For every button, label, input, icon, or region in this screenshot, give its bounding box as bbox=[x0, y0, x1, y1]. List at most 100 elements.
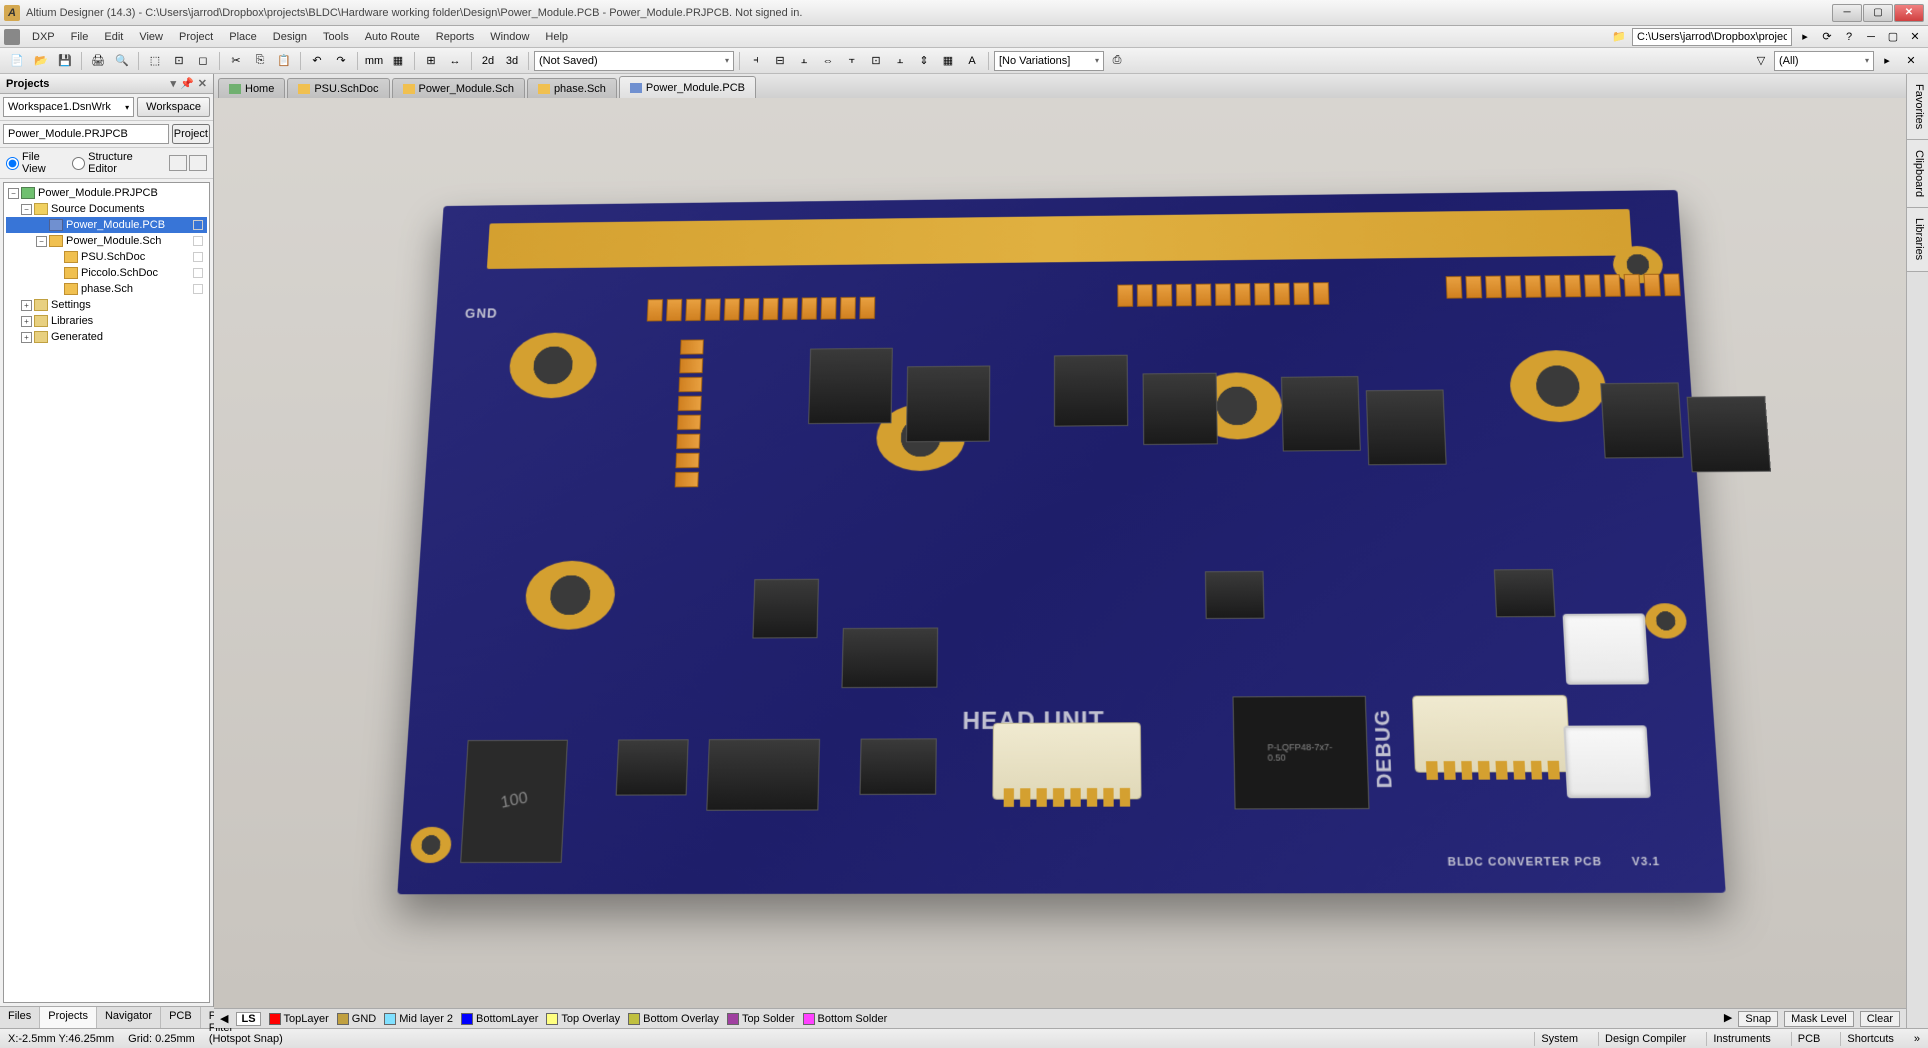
menu-help[interactable]: Help bbox=[537, 29, 576, 45]
menu-view[interactable]: View bbox=[131, 29, 171, 45]
align-center-h-button[interactable]: ⊟ bbox=[769, 50, 791, 72]
saved-views-combo[interactable]: (Not Saved) bbox=[534, 51, 734, 71]
panel-instruments-button[interactable]: Instruments bbox=[1706, 1032, 1776, 1046]
layer-set-label[interactable]: LS bbox=[236, 1012, 260, 1026]
align-right-button[interactable]: ⫠ bbox=[793, 50, 815, 72]
menu-edit[interactable]: Edit bbox=[96, 29, 131, 45]
layer-gnd[interactable]: GND bbox=[337, 1013, 376, 1025]
open-path-button[interactable]: ▸ bbox=[1796, 28, 1814, 46]
layer-nav-next-icon[interactable]: ▶ bbox=[1724, 1011, 1732, 1027]
tab-power-module-sch[interactable]: Power_Module.Sch bbox=[392, 78, 525, 98]
dxp-icon[interactable] bbox=[4, 29, 20, 45]
filter-apply-button[interactable]: ▸ bbox=[1876, 50, 1898, 72]
clear-button[interactable]: Clear bbox=[1860, 1011, 1900, 1027]
cross-probe-button[interactable]: ↔ bbox=[444, 50, 466, 72]
window-min-icon[interactable]: ─ bbox=[1862, 28, 1880, 46]
tab-phase-sch[interactable]: phase.Sch bbox=[527, 78, 617, 98]
file-view-radio[interactable]: File View bbox=[6, 151, 64, 175]
browse-button[interactable]: ⊞ bbox=[420, 50, 442, 72]
window-close-icon[interactable]: ✕ bbox=[1906, 28, 1924, 46]
align-top-button[interactable]: ⫟ bbox=[841, 50, 863, 72]
new-doc-button[interactable]: 📄 bbox=[6, 50, 28, 72]
tree-source-documents[interactable]: −Source Documents bbox=[6, 201, 207, 217]
view2d-button[interactable]: 2d bbox=[477, 50, 499, 72]
window-restore-icon[interactable]: ▢ bbox=[1884, 28, 1902, 46]
menu-file[interactable]: File bbox=[63, 29, 97, 45]
zoom-select-button[interactable]: ◻ bbox=[192, 50, 214, 72]
layer-top-overlay[interactable]: Top Overlay bbox=[546, 1013, 620, 1025]
panel-shortcuts-button[interactable]: Shortcuts bbox=[1840, 1032, 1899, 1046]
project-button[interactable]: Project bbox=[172, 124, 210, 144]
minimize-button[interactable]: ─ bbox=[1832, 4, 1862, 22]
tab-power-module-pcb[interactable]: Power_Module.PCB bbox=[619, 76, 756, 98]
redo-button[interactable]: ↷ bbox=[330, 50, 352, 72]
tab-navigator[interactable]: Navigator bbox=[97, 1007, 161, 1028]
align-center-v-button[interactable]: ⊡ bbox=[865, 50, 887, 72]
maximize-button[interactable]: ▢ bbox=[1863, 4, 1893, 22]
preview-button[interactable]: 🔍 bbox=[111, 50, 133, 72]
menu-chevron-icon[interactable]: » bbox=[1914, 1033, 1920, 1045]
tree-settings[interactable]: +Settings bbox=[6, 297, 207, 313]
menu-project[interactable]: Project bbox=[171, 29, 221, 45]
panel-pin-icon[interactable]: 📌 bbox=[180, 77, 194, 90]
tab-psu-schdoc[interactable]: PSU.SchDoc bbox=[287, 78, 389, 98]
panel-system-button[interactable]: System bbox=[1534, 1032, 1584, 1046]
distribute-h-button[interactable]: ⇔ bbox=[817, 50, 839, 72]
project-field[interactable]: Power_Module.PRJPCB bbox=[3, 124, 169, 144]
variations-combo[interactable]: [No Variations] bbox=[994, 51, 1104, 71]
snap-button[interactable]: Snap bbox=[1738, 1011, 1778, 1027]
grid-button[interactable]: ▦ bbox=[387, 50, 409, 72]
project-tree[interactable]: −Power_Module.PRJPCB −Source Documents P… bbox=[3, 182, 210, 1003]
tree-item-psu-sch[interactable]: PSU.SchDoc bbox=[6, 249, 207, 265]
print-button[interactable]: 🖨 bbox=[87, 50, 109, 72]
menu-dxp[interactable]: DXP bbox=[24, 29, 63, 45]
help-icon[interactable]: ? bbox=[1840, 28, 1858, 46]
filter-combo[interactable]: (All) bbox=[1774, 51, 1874, 71]
tab-files[interactable]: Files bbox=[0, 1007, 40, 1028]
layer-bottom[interactable]: BottomLayer bbox=[461, 1013, 538, 1025]
filter-clear-button[interactable]: ✕ bbox=[1900, 50, 1922, 72]
pcb-3d-viewport[interactable]: GND HEAD UNIT DEBUG BLDC CONVERTER PCB V… bbox=[214, 98, 1906, 1008]
menu-place[interactable]: Place bbox=[221, 29, 265, 45]
layer-top-solder[interactable]: Top Solder bbox=[727, 1013, 795, 1025]
copy-button[interactable]: ⎘ bbox=[249, 50, 271, 72]
layer-top[interactable]: TopLayer bbox=[269, 1013, 329, 1025]
menu-reports[interactable]: Reports bbox=[428, 29, 483, 45]
menu-design[interactable]: Design bbox=[265, 29, 315, 45]
path-input[interactable] bbox=[1632, 28, 1792, 46]
tab-home[interactable]: Home bbox=[218, 78, 285, 98]
panel-design-compiler-button[interactable]: Design Compiler bbox=[1598, 1032, 1692, 1046]
layer-bottom-solder[interactable]: Bottom Solder bbox=[803, 1013, 888, 1025]
filter-funnel-icon[interactable]: ▽ bbox=[1750, 50, 1772, 72]
mask-level-button[interactable]: Mask Level bbox=[1784, 1011, 1854, 1027]
panel-option2-button[interactable] bbox=[189, 155, 207, 171]
panel-option1-button[interactable] bbox=[169, 155, 187, 171]
save-button[interactable]: 💾 bbox=[54, 50, 76, 72]
align-left-button[interactable]: ⫞ bbox=[745, 50, 767, 72]
menu-autoroute[interactable]: Auto Route bbox=[357, 29, 428, 45]
tree-item-pcb[interactable]: Power_Module.PCB bbox=[6, 217, 207, 233]
cut-button[interactable]: ✂ bbox=[225, 50, 247, 72]
panel-close-icon[interactable]: ✕ bbox=[198, 77, 207, 90]
workspace-combo[interactable]: Workspace1.DsnWrk bbox=[3, 97, 134, 117]
workspace-button[interactable]: Workspace bbox=[137, 97, 210, 117]
tree-item-power-module-sch[interactable]: −Power_Module.Sch bbox=[6, 233, 207, 249]
menu-tools[interactable]: Tools bbox=[315, 29, 357, 45]
tree-project-root[interactable]: −Power_Module.PRJPCB bbox=[6, 185, 207, 201]
align-grid-button[interactable]: ▦ bbox=[937, 50, 959, 72]
open-button[interactable]: 📂 bbox=[30, 50, 52, 72]
tab-clipboard[interactable]: Clipboard bbox=[1907, 140, 1928, 208]
tab-projects[interactable]: Projects bbox=[40, 1007, 97, 1028]
panel-dropdown-icon[interactable]: ▾ bbox=[171, 77, 177, 90]
tree-generated[interactable]: +Generated bbox=[6, 329, 207, 345]
toggle-units-button[interactable]: mm bbox=[363, 50, 385, 72]
tab-pcb[interactable]: PCB bbox=[161, 1007, 201, 1028]
room-button[interactable]: A bbox=[961, 50, 983, 72]
menu-window[interactable]: Window bbox=[482, 29, 537, 45]
tree-libraries[interactable]: +Libraries bbox=[6, 313, 207, 329]
zoom-fit-button[interactable]: ⊡ bbox=[168, 50, 190, 72]
view3d-button[interactable]: 3d bbox=[501, 50, 523, 72]
layer-mid2[interactable]: Mid layer 2 bbox=[384, 1013, 453, 1025]
tab-libraries[interactable]: Libraries bbox=[1907, 208, 1928, 271]
paste-button[interactable]: 📋 bbox=[273, 50, 295, 72]
